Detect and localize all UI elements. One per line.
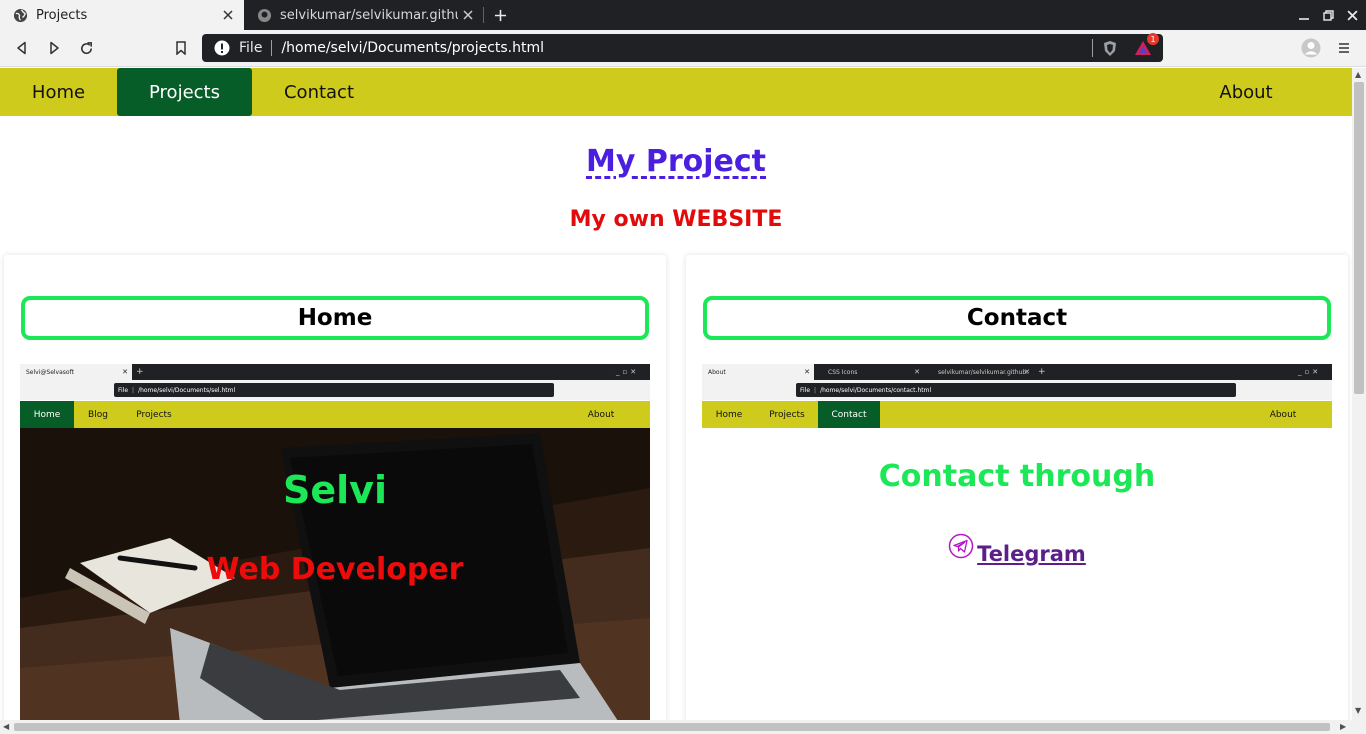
hero-laptop-image: Selvi Web Developer xyxy=(20,428,650,720)
tab-title: selvikumar/selvikumar.github. xyxy=(280,7,458,23)
site-navbar: Home Projects Contact About xyxy=(0,68,1352,116)
mini-close-icon: ✕ xyxy=(1024,368,1030,376)
mini-nav-item: Home xyxy=(715,409,743,420)
horizontal-scroll-thumb[interactable] xyxy=(14,723,1330,731)
nav-home[interactable]: Home xyxy=(0,68,117,116)
mini-url: /home/selvi/Documents/sel.html xyxy=(138,386,236,394)
telegram-icon xyxy=(948,533,974,563)
mini-tab: CSS Icons ✕ xyxy=(816,364,924,380)
home-page-screenshot[interactable]: Selvi@Selvasoft ✕ + _▫✕ File | /home/sel… xyxy=(20,364,650,720)
page-subtitle: My own WEBSITE xyxy=(569,207,783,232)
mini-url: /home/selvi/Documents/contact.html xyxy=(820,386,932,394)
minimize-icon[interactable] xyxy=(1294,5,1314,25)
close-window-icon[interactable] xyxy=(1342,5,1362,25)
mini-url-scheme: File xyxy=(800,386,811,394)
url-scheme: File xyxy=(239,40,263,56)
scroll-right-icon[interactable]: ▶ xyxy=(1340,722,1346,731)
mini-close-icon: ✕ xyxy=(914,368,920,376)
mini-new-tab-icon: + xyxy=(1038,367,1046,377)
new-tab-icon[interactable] xyxy=(490,5,510,25)
contact-heading: Contact through xyxy=(878,459,1156,494)
mini-tab-title: About xyxy=(708,368,726,376)
bookmark-icon[interactable] xyxy=(169,36,193,60)
mini-nav-item: Projects xyxy=(769,409,805,420)
mini-tab: Selvi@Selvasoft ✕ xyxy=(20,364,132,380)
github-icon xyxy=(256,7,272,23)
mini-nav-item: About xyxy=(587,409,615,420)
tab-github[interactable]: selvikumar/selvikumar.github. xyxy=(244,0,484,30)
globe-icon xyxy=(12,7,28,23)
close-tab-icon[interactable] xyxy=(458,5,478,25)
mini-close-icon: ✕ xyxy=(804,368,810,376)
mini-tab: About ✕ xyxy=(702,364,814,380)
mini-tab: selvikumar/selvikumar.github. ✕ xyxy=(926,364,1034,380)
back-icon[interactable] xyxy=(10,36,34,60)
card-heading: Home xyxy=(21,296,649,340)
telegram-link-row: Telegram xyxy=(702,530,1332,566)
mini-tab-title: CSS Icons xyxy=(828,368,858,376)
nav-projects[interactable]: Projects xyxy=(117,68,252,116)
profile-avatar-icon[interactable] xyxy=(1299,36,1323,60)
omnibox-divider xyxy=(1092,39,1093,57)
mini-new-tab-icon: + xyxy=(136,367,144,377)
mini-close-icon: ✕ xyxy=(122,368,128,376)
mini-nav-item: Blog xyxy=(88,409,108,420)
scroll-left-icon[interactable]: ◀ xyxy=(3,722,9,731)
mini-window-controls-icon: _▫✕ xyxy=(616,368,640,376)
hero-name: Selvi xyxy=(283,468,387,512)
hero-role: Web Developer xyxy=(206,552,464,587)
brave-rewards-icon[interactable]: 1 xyxy=(1133,33,1159,57)
url-divider xyxy=(271,40,273,56)
mini-address-bar: File | /home/selvi/Documents/contact.htm… xyxy=(796,383,1236,397)
telegram-link[interactable]: Telegram xyxy=(977,542,1086,566)
nav-contact[interactable]: Contact xyxy=(252,68,386,116)
rewards-badge: 1 xyxy=(1147,33,1159,45)
contact-page-screenshot[interactable]: About ✕ CSS Icons ✕ selvikumar/selvikuma… xyxy=(702,364,1332,720)
close-tab-icon[interactable] xyxy=(218,5,238,25)
forward-icon[interactable] xyxy=(42,36,66,60)
info-icon[interactable] xyxy=(213,39,231,57)
menu-icon[interactable] xyxy=(1332,36,1356,60)
mini-url-scheme: File xyxy=(118,386,129,394)
project-card-home: Home Selvi@Selvasoft ✕ + _▫✕ File | /hom… xyxy=(4,255,666,720)
browser-toolbar: File /home/selvi/Documents/projects.html… xyxy=(0,30,1366,67)
mini-window-controls-icon: _▫✕ xyxy=(1298,368,1322,376)
horizontal-scrollbar[interactable]: ◀ ▶ xyxy=(0,720,1366,734)
scroll-down-icon[interactable]: ▼ xyxy=(1355,706,1361,715)
vertical-scroll-thumb[interactable] xyxy=(1354,82,1364,394)
mini-navbar: Home Blog Projects About xyxy=(20,401,650,428)
mini-navbar: Home Projects Contact About xyxy=(702,401,1332,428)
vertical-scrollbar[interactable]: ▲ ▼ xyxy=(1352,68,1366,720)
mini-tab-title: selvikumar/selvikumar.github. xyxy=(938,368,1029,376)
mini-tab-strip: Selvi@Selvasoft ✕ + _▫✕ xyxy=(20,364,650,380)
restore-icon[interactable] xyxy=(1318,5,1338,25)
brave-shields-icon[interactable] xyxy=(1101,39,1119,57)
mini-nav-item: Contact xyxy=(818,401,880,428)
mini-tab-strip: About ✕ CSS Icons ✕ selvikumar/selvikuma… xyxy=(702,364,1332,380)
reload-icon[interactable] xyxy=(74,36,98,60)
mini-toolbar: File | /home/selvi/Documents/contact.htm… xyxy=(702,380,1332,400)
project-card-contact: Contact About ✕ CSS Icons ✕ selvikumar/s… xyxy=(686,255,1348,720)
address-bar[interactable]: File /home/selvi/Documents/projects.html… xyxy=(202,33,1163,62)
tab-projects[interactable]: Projects xyxy=(0,0,244,30)
page-title-link[interactable]: My Project xyxy=(586,144,766,179)
page-title: My Project xyxy=(0,144,1352,179)
mini-tab-title: Selvi@Selvasoft xyxy=(26,368,74,376)
mini-nav-item: Home xyxy=(20,401,74,428)
scroll-up-icon[interactable]: ▲ xyxy=(1355,70,1361,79)
mini-nav-item: Projects xyxy=(136,409,172,420)
mini-nav-item: About xyxy=(1269,409,1297,420)
page-viewport: Home Projects Contact About My Project M… xyxy=(0,68,1352,720)
mini-address-bar: File | /home/selvi/Documents/sel.html xyxy=(114,383,554,397)
mini-toolbar: File | /home/selvi/Documents/sel.html xyxy=(20,380,650,400)
browser-tab-strip: Projects selvikumar/selvikumar.github. xyxy=(0,0,1366,30)
card-heading: Contact xyxy=(703,296,1331,340)
nav-about[interactable]: About xyxy=(1180,68,1312,116)
url-text[interactable]: /home/selvi/Documents/projects.html xyxy=(281,40,1092,56)
tab-title: Projects xyxy=(36,7,88,23)
